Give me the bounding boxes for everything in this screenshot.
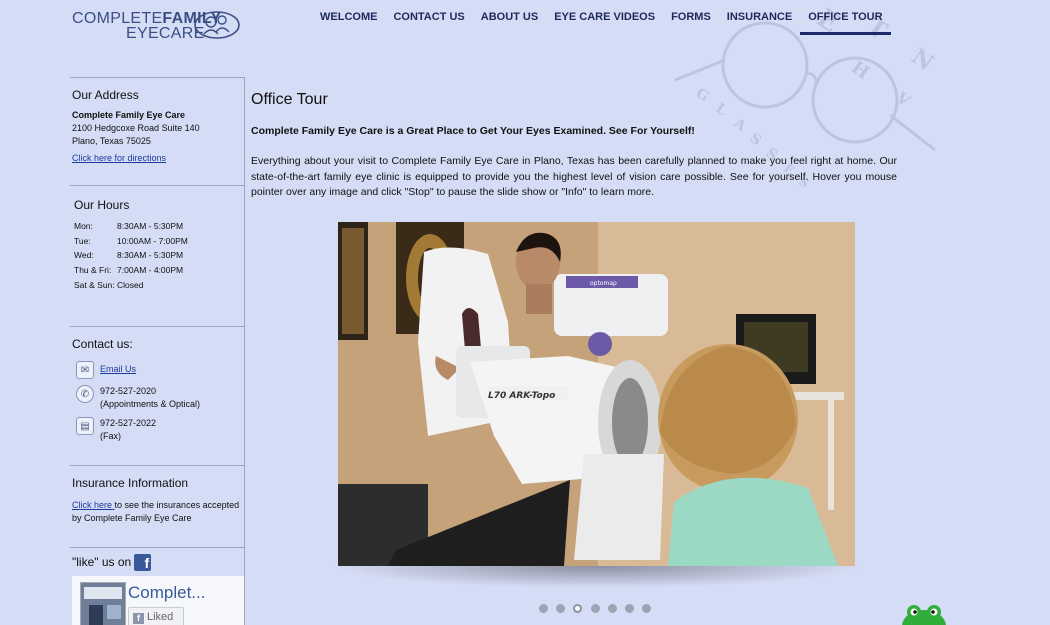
svg-text:optomap: optomap (590, 280, 617, 287)
facebook-page-thumbnail[interactable] (80, 582, 126, 625)
phone-note: (Appointments & Optical) (100, 399, 201, 409)
hours-row: Mon: 8:30AM - 5:30PM (74, 221, 184, 231)
email-icon: ✉ (76, 361, 94, 379)
phone-icon: ✆ (76, 385, 94, 403)
contact-section: Contact us: ✉ Email Us ✆ 972-527-2020 (A… (70, 326, 244, 465)
nav-about-us[interactable]: ABOUT US (473, 10, 546, 34)
nav-welcome[interactable]: WELCOME (312, 10, 385, 34)
facebook-heading: "like" us on f (72, 554, 152, 571)
office-tour-slideshow[interactable]: optomap L70 ARK-Topo (338, 222, 855, 566)
slide-dot-active[interactable] (573, 604, 583, 613)
insurance-section: Insurance Information Click here to see … (70, 465, 244, 547)
fax-number: 972-527-2022 (100, 418, 157, 428)
practice-name: Complete Family Eye Care (72, 110, 186, 120)
slide-dot[interactable] (642, 604, 652, 613)
facebook-logo-icon[interactable]: f (134, 554, 152, 571)
slide-photo: optomap L70 ARK-Topo (338, 222, 855, 566)
address-heading: Our Address (72, 88, 139, 102)
page-subtitle: Complete Family Eye Care is a Great Plac… (251, 125, 695, 137)
main-nav: WELCOME CONTACT US ABOUT US EYE CARE VID… (312, 10, 891, 35)
insurance-heading: Insurance Information (72, 476, 189, 490)
frog-mascot-icon[interactable] (900, 604, 948, 625)
svg-text:A: A (730, 115, 750, 136)
facebook-page-name[interactable]: Complet... (128, 583, 205, 603)
svg-text:L70 ARK-Topo: L70 ARK-Topo (488, 391, 555, 401)
slide-dot[interactable] (590, 604, 600, 613)
hours-row: Thu & Fri: 7:00AM - 4:00PM (74, 265, 184, 276)
page-title: Office Tour (251, 91, 328, 108)
svg-text:S: S (747, 130, 764, 149)
sidebar: Our Address Complete Family Eye Care 210… (70, 77, 245, 625)
svg-text:G: G (693, 85, 712, 105)
email-link[interactable]: Email Us (100, 361, 136, 378)
contact-fax-row: ▤ 972-527-2022 (Fax) (72, 417, 242, 443)
nav-contact-us[interactable]: CONTACT US (385, 10, 472, 34)
fax-note: (Fax) (100, 431, 121, 441)
facebook-like-box: Complet... f Liked (72, 576, 244, 625)
facebook-f-icon: f (133, 613, 144, 624)
insurance-link[interactable]: Click here (72, 500, 115, 510)
nav-insurance[interactable]: INSURANCE (719, 10, 800, 34)
address-street: 2100 Hedgcoxe Road Suite 140 (72, 123, 200, 133)
contact-email-row: ✉ Email Us (72, 361, 242, 379)
slide-dot[interactable] (556, 604, 566, 613)
address-section: Our Address Complete Family Eye Care 210… (70, 77, 244, 185)
hours-row: Sat & Sun: Closed (74, 279, 144, 290)
facebook-liked-button[interactable]: f Liked (128, 607, 184, 625)
slideshow-pager (539, 604, 659, 613)
directions-link[interactable]: Click here for directions (72, 153, 166, 163)
svg-text:L: L (713, 100, 730, 119)
intro-paragraph: Everything about your visit to Complete … (251, 155, 897, 198)
fax-icon: ▤ (76, 417, 94, 435)
site-logo[interactable]: COMPLETEFAMILY EYECARE (72, 8, 244, 44)
slide-dot[interactable] (624, 604, 634, 613)
nav-office-tour[interactable]: OFFICE TOUR (800, 10, 891, 35)
hours-section: Our Hours Mon: 8:30AM - 5:30PM Tue: 10:00A… (70, 185, 244, 326)
contact-heading: Contact us: (72, 337, 133, 351)
nav-eye-care-videos[interactable]: EYE CARE VIDEOS (546, 10, 663, 34)
hours-row: Tue: 10:00AM - 7:00PM (74, 235, 188, 246)
nav-forms[interactable]: FORMS (663, 10, 719, 34)
family-eye-logo-icon (194, 11, 240, 39)
hours-heading: Our Hours (74, 198, 130, 212)
slide-dot[interactable] (539, 604, 548, 613)
contact-phone-row: ✆ 972-527-2020 (Appointments & Optical) (72, 385, 242, 411)
svg-text:N: N (907, 44, 938, 77)
address-city: Plano, Texas 75025 (72, 136, 151, 146)
slide-shadow (330, 566, 863, 588)
facebook-section: "like" us on f Complet... f Liked (70, 547, 244, 625)
slide-dot[interactable] (607, 604, 617, 613)
phone-number: 972-527-2020 (100, 386, 157, 396)
hours-row: Wed: 8:30AM - 5:30PM (74, 250, 184, 261)
